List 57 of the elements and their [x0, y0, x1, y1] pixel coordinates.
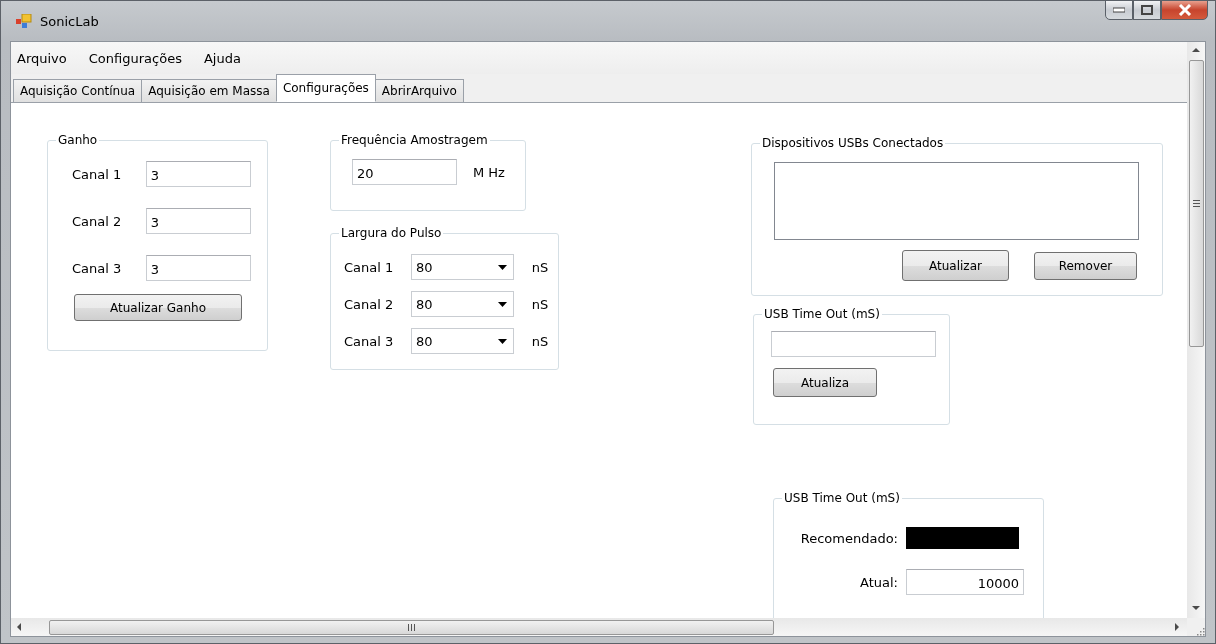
gain-input[interactable]: 3	[145, 255, 251, 281]
channel-label: Canal 1	[344, 259, 395, 275]
group-title: Ganho	[57, 133, 99, 147]
group-title: Largura do Pulso	[340, 226, 443, 240]
dropdown-arrow-icon	[498, 301, 507, 307]
close-icon	[1177, 4, 1192, 16]
group-title: Frequência Amostragem	[340, 133, 489, 147]
group-title: Dispositivos USBs Conectados	[761, 136, 945, 150]
pulse-width-dropdown[interactable]: 80	[411, 328, 514, 354]
minimize-icon	[1113, 7, 1125, 13]
dropdown-arrow-icon	[498, 264, 507, 270]
channel-label: Canal 3	[72, 260, 123, 276]
update-gain-button[interactable]: Atualizar Ganho	[74, 294, 242, 321]
recommended-label: Recomendado:	[799, 530, 898, 546]
maximize-icon	[1141, 5, 1153, 15]
resize-grip-icon[interactable]	[1195, 626, 1205, 636]
tab[interactable]: AbrirArquivo	[374, 79, 464, 102]
minimize-button[interactable]	[1105, 0, 1133, 20]
group-title: USB Time Out (mS)	[763, 307, 881, 321]
channel-label: Canal 3	[344, 333, 395, 349]
remove-button[interactable]: Remover	[1034, 251, 1137, 280]
scroll-thumb[interactable]	[49, 619, 774, 635]
window-title: SonicLab	[40, 13, 99, 29]
unit-label: nS	[531, 296, 550, 312]
refresh-button[interactable]: Atualizar	[902, 250, 1009, 281]
close-button[interactable]	[1161, 0, 1208, 20]
tab[interactable]: Configurações	[275, 74, 376, 102]
pulse-width-dropdown[interactable]: 80	[411, 254, 514, 280]
dropdown-arrow-icon	[498, 338, 507, 344]
tab[interactable]: Aquisição em Massa	[141, 79, 277, 102]
vertical-scrollbar[interactable]	[1187, 42, 1205, 618]
group-title: USB Time Out (mS)	[783, 491, 901, 505]
unit-label: M Hz	[473, 164, 505, 180]
unit-label: nS	[531, 333, 550, 349]
grip-icon	[1192, 200, 1200, 207]
horizontal-scrollbar[interactable]	[11, 618, 1187, 636]
app-icon	[16, 14, 32, 28]
channel-label: Canal 1	[72, 166, 123, 182]
menu-item[interactable]: Ajuda	[203, 50, 241, 66]
maximize-button[interactable]	[1133, 0, 1161, 20]
channel-label: Canal 2	[72, 213, 123, 229]
menu-item[interactable]: Arquivo	[17, 50, 67, 66]
current-timeout-input[interactable]: 10000	[906, 569, 1024, 595]
gain-input[interactable]: 3	[145, 161, 251, 187]
menu-item[interactable]: Configurações	[88, 50, 182, 66]
tab[interactable]: Aquisição Contínua	[13, 79, 143, 102]
frequency-input[interactable]: 20	[352, 159, 457, 185]
scroll-thumb[interactable]	[1188, 60, 1204, 347]
apply-button[interactable]: Atualiza	[773, 368, 877, 397]
timeout-input[interactable]	[771, 331, 936, 357]
current-label: Atual:	[859, 574, 898, 590]
device-list[interactable]	[774, 162, 1139, 240]
gain-input[interactable]: 3	[145, 208, 251, 234]
unit-label: nS	[531, 259, 550, 275]
pulse-width-dropdown[interactable]: 80	[411, 291, 514, 317]
grip-icon	[408, 623, 415, 631]
channel-label: Canal 2	[344, 296, 395, 312]
